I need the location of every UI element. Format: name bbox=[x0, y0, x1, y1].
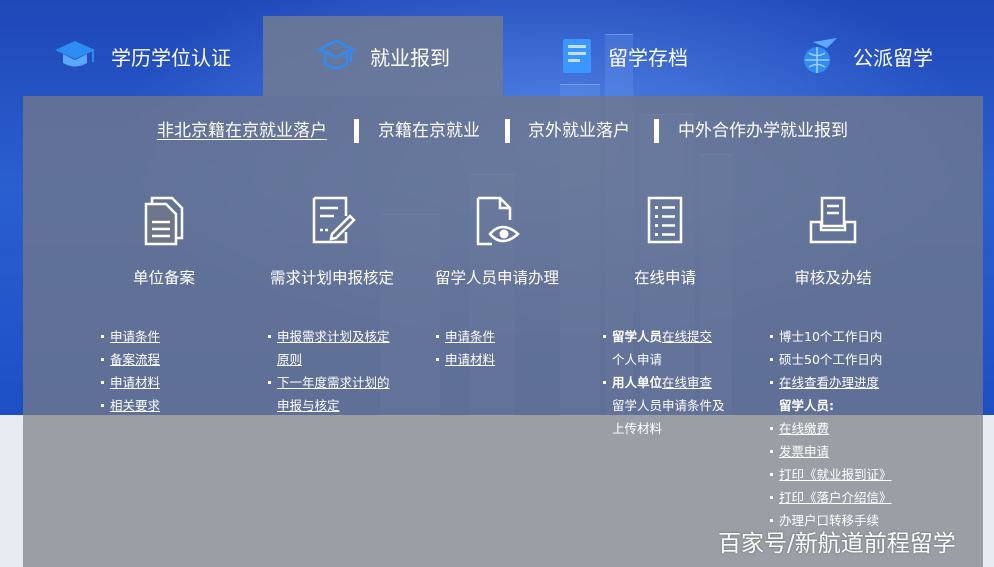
subnav-beijing-employment[interactable]: 京籍在京就业 bbox=[378, 118, 480, 144]
archive-folder-icon bbox=[560, 37, 594, 75]
link-text[interactable]: 申请条件 bbox=[110, 329, 160, 344]
link-text[interactable]: 申请材料 bbox=[110, 375, 160, 390]
step-demand-plan[interactable]: 需求计划申报核定 bbox=[247, 194, 417, 288]
list-item[interactable]: 发票申请 bbox=[770, 440, 892, 463]
list-item[interactable]: 申报需求计划及核定 bbox=[268, 325, 390, 348]
link-text[interactable]: 申请条件 bbox=[445, 329, 495, 344]
item-text: 硕士50个工作日内 bbox=[779, 352, 883, 367]
item-text: 留学人员申请条件及 bbox=[612, 398, 725, 413]
link-text[interactable]: 发票申请 bbox=[779, 444, 829, 459]
link-text[interactable]: 备案流程 bbox=[110, 352, 160, 367]
tab-government-sponsored[interactable]: 公派留学 bbox=[745, 16, 985, 96]
document-eye-icon bbox=[470, 194, 524, 248]
step-title: 需求计划申报核定 bbox=[269, 269, 394, 287]
subnav-divider bbox=[654, 119, 659, 143]
link-text[interactable]: 下一年度需求计划的 bbox=[277, 375, 390, 390]
link-text[interactable]: 在线审查 bbox=[662, 375, 712, 390]
link-text[interactable]: 打印《就业报到证》 bbox=[779, 467, 892, 482]
item-text: 上传材料 bbox=[612, 421, 663, 436]
step-unit-filing-links: 申请条件备案流程申请材料相关要求 bbox=[101, 325, 160, 417]
step-title: 审核及办结 bbox=[794, 269, 872, 287]
edit-document-icon bbox=[306, 194, 358, 248]
link-text[interactable]: 申请材料 bbox=[445, 352, 495, 367]
step-review-completion[interactable]: 审核及办结 bbox=[748, 194, 918, 288]
step-title: 单位备案 bbox=[132, 269, 195, 287]
list-item[interactable]: 申请条件 bbox=[436, 325, 495, 348]
link-text[interactable]: 申报与核定 bbox=[277, 398, 340, 413]
list-item[interactable]: 相关要求 bbox=[101, 394, 160, 417]
tab-degree-certification[interactable]: 学历学位认证 bbox=[22, 16, 262, 96]
list-item[interactable]: 申报与核定 bbox=[268, 394, 390, 417]
step-title: 在线申请 bbox=[633, 269, 696, 287]
checklist-icon bbox=[643, 194, 687, 248]
list-item[interactable]: 留学人员在线提交 bbox=[603, 325, 725, 348]
item-text: 用人单位 bbox=[612, 375, 663, 390]
list-item[interactable]: 在线查看办理进度 bbox=[770, 371, 892, 394]
item-text: 个人申请 bbox=[612, 352, 663, 367]
graduation-cap-icon bbox=[53, 39, 97, 73]
list-item[interactable]: 打印《落户介绍信》 bbox=[770, 486, 892, 509]
step-online-application-links: 留学人员在线提交个人申请用人单位在线审查留学人员申请条件及 上传材料 bbox=[603, 325, 725, 440]
link-text[interactable]: 在线查看办理进度 bbox=[779, 375, 879, 390]
top-tabs: 学历学位认证 就业报到 留学存档 公派留学 bbox=[0, 0, 994, 96]
tab-employment-registration[interactable]: 就业报到 bbox=[263, 16, 503, 96]
sub-navigation: 非北京籍在京就业落户 京籍在京就业 京外就业落户 中外合作办学就业报到 bbox=[23, 118, 983, 144]
step-applicant-processing-links: 申请条件 申请材料 bbox=[436, 325, 495, 371]
step-title: 留学人员申请办理 bbox=[434, 269, 559, 287]
subnav-outside-beijing-settlement[interactable]: 京外就业落户 bbox=[528, 118, 630, 144]
tab-study-abroad-archive[interactable]: 留学存档 bbox=[504, 16, 744, 96]
step-demand-plan-links: 申报需求计划及核定 原则下一年度需求计划的 申报与核定 bbox=[268, 325, 390, 417]
list-item: 留学人员申请条件及 bbox=[603, 394, 725, 417]
watermark-text: 百家号/新航道前程留学 bbox=[718, 531, 956, 557]
list-item[interactable]: 下一年度需求计划的 bbox=[268, 371, 390, 394]
list-item[interactable]: 申请条件 bbox=[101, 325, 160, 348]
subnav-sino-foreign-program[interactable]: 中外合作办学就业报到 bbox=[678, 118, 848, 144]
cap-outline-icon bbox=[316, 38, 356, 74]
content-panel: 非北京籍在京就业落户 京籍在京就业 京外就业落户 中外合作办学就业报到 单位备案 bbox=[23, 96, 983, 567]
list-item[interactable]: 打印《就业报到证》 bbox=[770, 463, 892, 486]
step-applicant-processing[interactable]: 留学人员申请办理 bbox=[412, 194, 582, 288]
tab-label: 学历学位认证 bbox=[111, 45, 231, 70]
list-item[interactable]: 申请材料 bbox=[101, 371, 160, 394]
list-item[interactable]: 原则 bbox=[268, 348, 390, 371]
link-text[interactable]: 打印《落户介绍信》 bbox=[779, 490, 892, 505]
subnav-divider bbox=[505, 119, 510, 143]
list-item: 硕士50个工作日内 bbox=[770, 348, 892, 371]
list-item: 上传材料 bbox=[603, 417, 725, 440]
item-text: 留学人员: bbox=[779, 398, 834, 413]
tab-label: 公派留学 bbox=[853, 45, 933, 70]
link-text[interactable]: 在线提交 bbox=[662, 329, 712, 344]
subnav-divider bbox=[354, 119, 359, 143]
step-online-application[interactable]: 在线申请 bbox=[580, 194, 750, 288]
list-item: 博士10个工作日内 bbox=[770, 325, 892, 348]
step-review-completion-links: 博士10个工作日内 硕士50个工作日内 在线查看办理进度 留学人员: 在线缴费发票申请打… bbox=[770, 325, 892, 532]
list-item[interactable]: 用人单位在线审查 bbox=[603, 371, 725, 394]
list-item: 留学人员: bbox=[770, 394, 892, 417]
plane-globe-icon bbox=[797, 36, 839, 76]
link-text[interactable]: 原则 bbox=[277, 352, 302, 367]
tab-label: 就业报到 bbox=[370, 45, 450, 70]
link-text[interactable]: 申报需求计划及核定 bbox=[277, 329, 390, 344]
link-text[interactable]: 相关要求 bbox=[110, 398, 160, 413]
tab-label: 留学存档 bbox=[608, 45, 688, 70]
documents-icon bbox=[138, 194, 190, 248]
list-item[interactable]: 申请材料 bbox=[436, 348, 495, 371]
item-text: 留学人员 bbox=[612, 329, 663, 344]
list-item[interactable]: 在线缴费 bbox=[770, 417, 892, 440]
step-unit-filing[interactable]: 单位备案 bbox=[79, 194, 249, 288]
inbox-tray-icon bbox=[807, 194, 859, 248]
list-item[interactable]: 备案流程 bbox=[101, 348, 160, 371]
list-item: 个人申请 bbox=[603, 348, 725, 371]
link-text[interactable]: 在线缴费 bbox=[779, 421, 829, 436]
subnav-non-beijing-settlement[interactable]: 非北京籍在京就业落户 bbox=[157, 118, 327, 144]
item-text: 博士10个工作日内 bbox=[779, 329, 883, 344]
